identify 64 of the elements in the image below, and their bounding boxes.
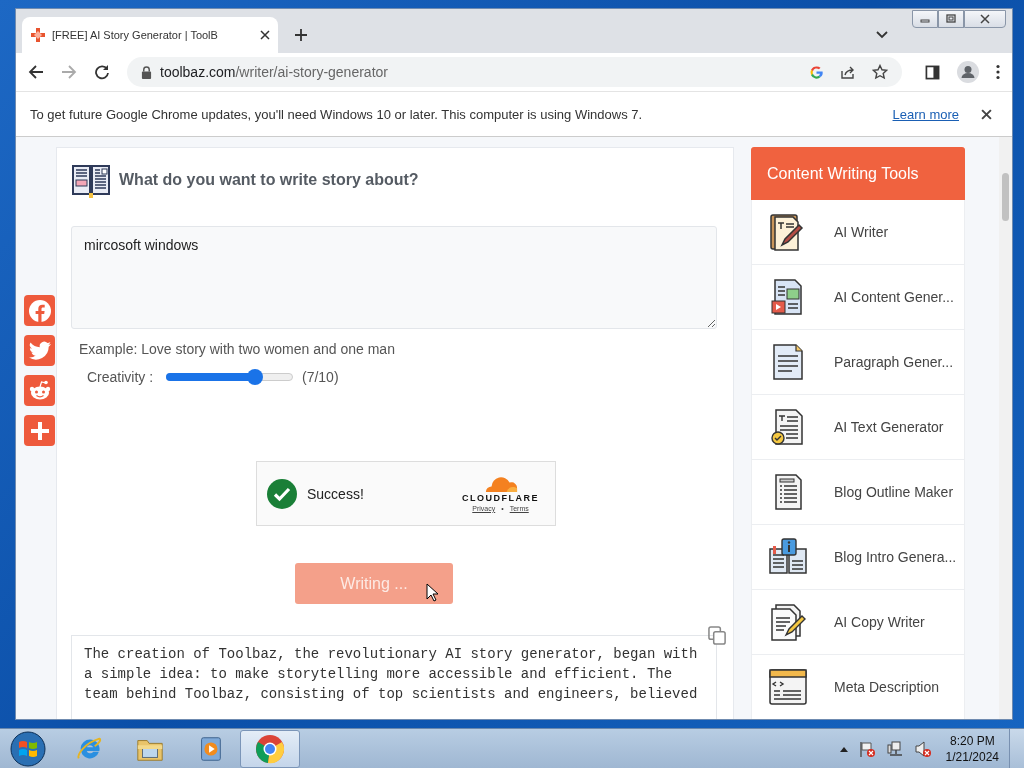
chrome-icon	[254, 732, 286, 765]
minimize-button[interactable]	[912, 10, 938, 28]
close-tab-icon[interactable]	[260, 30, 270, 40]
story-text: The creation of Toolbaz, the revolutionary AI story generator, began with a simple idea: to make storytelling more accessible and efficient. The team behind Toolbaz, consisting of top scientists and engineers, believed	[84, 645, 699, 704]
add-share-button[interactable]	[24, 415, 55, 446]
mouse-cursor-icon	[426, 583, 438, 602]
prompt-heading: What do you want to write story about?	[119, 171, 419, 189]
pencil-documents-icon	[768, 602, 808, 642]
reload-icon[interactable]	[94, 64, 110, 80]
creativity-value: (7/10)	[302, 369, 339, 385]
tool-link[interactable]: AI Copy Writer	[751, 590, 965, 655]
chrome-taskbar-button[interactable]	[240, 729, 300, 768]
browser-tab[interactable]: [FREE] AI Story Generator | ToolB	[22, 17, 278, 53]
site-logo-icon	[30, 27, 46, 43]
creativity-label: Creativity :	[87, 369, 155, 385]
side-panel-icon[interactable]	[925, 64, 940, 80]
google-icon[interactable]	[809, 64, 824, 80]
tool-link[interactable]: AI Writer	[751, 200, 965, 265]
back-icon[interactable]	[28, 64, 44, 80]
clock-date[interactable]: 1/21/2024	[945, 748, 999, 765]
show-hidden-icons-icon[interactable]	[839, 745, 848, 752]
tool-link[interactable]: AI Content Gener...	[751, 265, 965, 330]
code-window-icon	[768, 667, 808, 707]
reddit-share-button[interactable]	[24, 375, 55, 406]
tool-link[interactable]: Meta Description	[751, 655, 965, 719]
success-text: Success!	[307, 485, 364, 502]
info-book-icon	[768, 537, 808, 577]
brand-name: CLOUDFLARE	[462, 492, 539, 503]
story-topic-field[interactable]: mircosoft windows	[71, 226, 717, 329]
facebook-share-button[interactable]	[24, 295, 55, 326]
maximize-button[interactable]	[938, 10, 964, 28]
update-message: To get future Google Chrome updates, you'll need Windows 10 or later. This computer is using Windows 7.	[30, 106, 643, 122]
chevron-down-icon[interactable]	[876, 31, 888, 39]
url-text: toolbaz.com/writer/ai-story-generator	[160, 64, 388, 80]
flag-alert-icon[interactable]	[857, 739, 876, 758]
success-check-icon	[267, 478, 297, 509]
star-icon[interactable]	[872, 64, 888, 80]
start-button[interactable]	[10, 730, 46, 767]
tool-link[interactable]: Paragraph Gener...	[751, 330, 965, 395]
share-icon[interactable]	[840, 64, 856, 80]
close-button[interactable]	[964, 10, 1006, 28]
lock-icon	[141, 65, 152, 79]
network-icon[interactable]	[885, 739, 904, 758]
close-icon[interactable]	[981, 108, 992, 120]
menu-icon[interactable]	[996, 64, 1000, 80]
tab-title: [FREE] AI Story Generator | ToolB	[52, 29, 218, 41]
close-icon	[980, 14, 990, 24]
profile-icon[interactable]	[957, 61, 979, 83]
creativity-slider[interactable]	[166, 369, 293, 385]
learn-more-link[interactable]: Learn more	[892, 106, 959, 122]
restore-icon	[946, 14, 956, 24]
open-book-icon	[71, 162, 111, 198]
clock-time[interactable]: 8:20 PM	[949, 732, 995, 749]
slider-thumb[interactable]	[246, 369, 263, 385]
tool-link[interactable]: Blog Intro Genera...	[751, 525, 965, 590]
muted-speaker-icon[interactable]	[913, 739, 932, 758]
twitter-share-button[interactable]	[24, 335, 55, 366]
sidebar-header: Content Writing Tools	[751, 147, 965, 200]
tool-link[interactable]: AI Text Generator	[751, 395, 965, 460]
new-tab-icon[interactable]	[294, 28, 308, 42]
copy-icon[interactable]	[708, 626, 727, 645]
example-hint: Example: Love story with two women and one man	[79, 341, 396, 357]
address-bar[interactable]: toolbaz.com/writer/ai-story-generator	[127, 57, 902, 87]
tool-link[interactable]: Blog Outline Maker	[751, 460, 965, 525]
